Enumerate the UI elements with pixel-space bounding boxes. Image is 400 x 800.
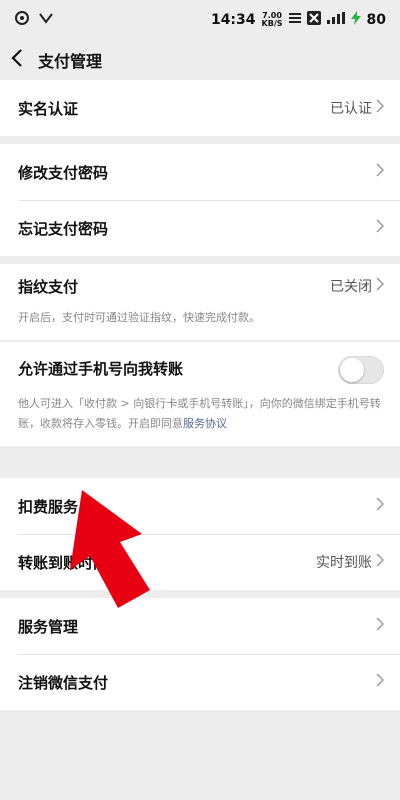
- app-notification-icon-2: [38, 10, 54, 30]
- toggle-knob: [340, 358, 364, 382]
- charging-icon: [350, 11, 361, 29]
- forgot-password-row[interactable]: 忘记支付密码: [0, 200, 400, 256]
- red-arrow-icon: [60, 490, 150, 624]
- group-fingerprint: 指纹支付 已关闭 开启后，支付时可通过验证指纹，快速完成付款。: [0, 264, 400, 340]
- group-password: 修改支付密码 忘记支付密码: [0, 144, 400, 256]
- realname-status: 已认证: [330, 101, 372, 117]
- notification-list-icon: [288, 12, 301, 28]
- status-time: 14:34: [210, 12, 256, 28]
- phone-transfer-toggle[interactable]: [338, 356, 384, 384]
- chevron-right-icon: [376, 163, 385, 181]
- nav-bar: 支付管理: [0, 40, 400, 80]
- signal-icon: [326, 12, 345, 28]
- realname-label: 实名认证: [18, 99, 79, 118]
- chevron-right-icon: [376, 277, 385, 295]
- fingerprint-status: 已关闭: [330, 279, 372, 295]
- realname-row[interactable]: 实名认证 已认证: [0, 80, 400, 136]
- change-password-row[interactable]: 修改支付密码: [0, 144, 400, 200]
- service-agreement-link[interactable]: 服务协议: [183, 417, 227, 430]
- status-bar: 14:34 7.00 KB/S 80: [0, 0, 400, 40]
- chevron-right-icon: [376, 219, 385, 237]
- page-title: 支付管理: [38, 52, 103, 71]
- cancel-pay-label: 注销微信支付: [18, 673, 109, 692]
- app-notification-icon: [14, 10, 30, 30]
- phone-transfer-label: 允许通过手机号向我转账: [18, 359, 184, 378]
- network-speed: 7.00 KB/S: [261, 11, 283, 28]
- fingerprint-row[interactable]: 指纹支付 已关闭: [0, 264, 400, 308]
- fingerprint-description: 开启后，支付时可通过验证指纹，快速完成付款。: [18, 311, 260, 324]
- battery-level: 80: [366, 12, 386, 28]
- phone-transfer-row: 允许通过手机号向我转账: [0, 342, 400, 394]
- group-phone-transfer: 允许通过手机号向我转账 他人可进入「收付款 > 向银行卡或手机号转账」，向你的微…: [0, 342, 400, 446]
- group-realname: 实名认证 已认证: [0, 80, 400, 136]
- back-chevron-icon[interactable]: [10, 48, 24, 72]
- phone-transfer-description: 他人可进入「收付款 > 向银行卡或手机号转账」，向你的微信绑定手机号转账，收款将…: [18, 397, 381, 430]
- cancel-pay-row[interactable]: 注销微信支付: [0, 654, 400, 710]
- mute-icon: [306, 11, 321, 29]
- transfer-time-value: 实时到账: [316, 555, 372, 571]
- chevron-right-icon: [376, 497, 385, 515]
- change-password-label: 修改支付密码: [18, 163, 109, 182]
- chevron-right-icon: [376, 553, 385, 571]
- chevron-right-icon: [376, 617, 385, 635]
- chevron-right-icon: [376, 99, 385, 117]
- chevron-right-icon: [376, 673, 385, 691]
- forgot-password-label: 忘记支付密码: [18, 219, 109, 238]
- fingerprint-label: 指纹支付: [18, 277, 79, 296]
